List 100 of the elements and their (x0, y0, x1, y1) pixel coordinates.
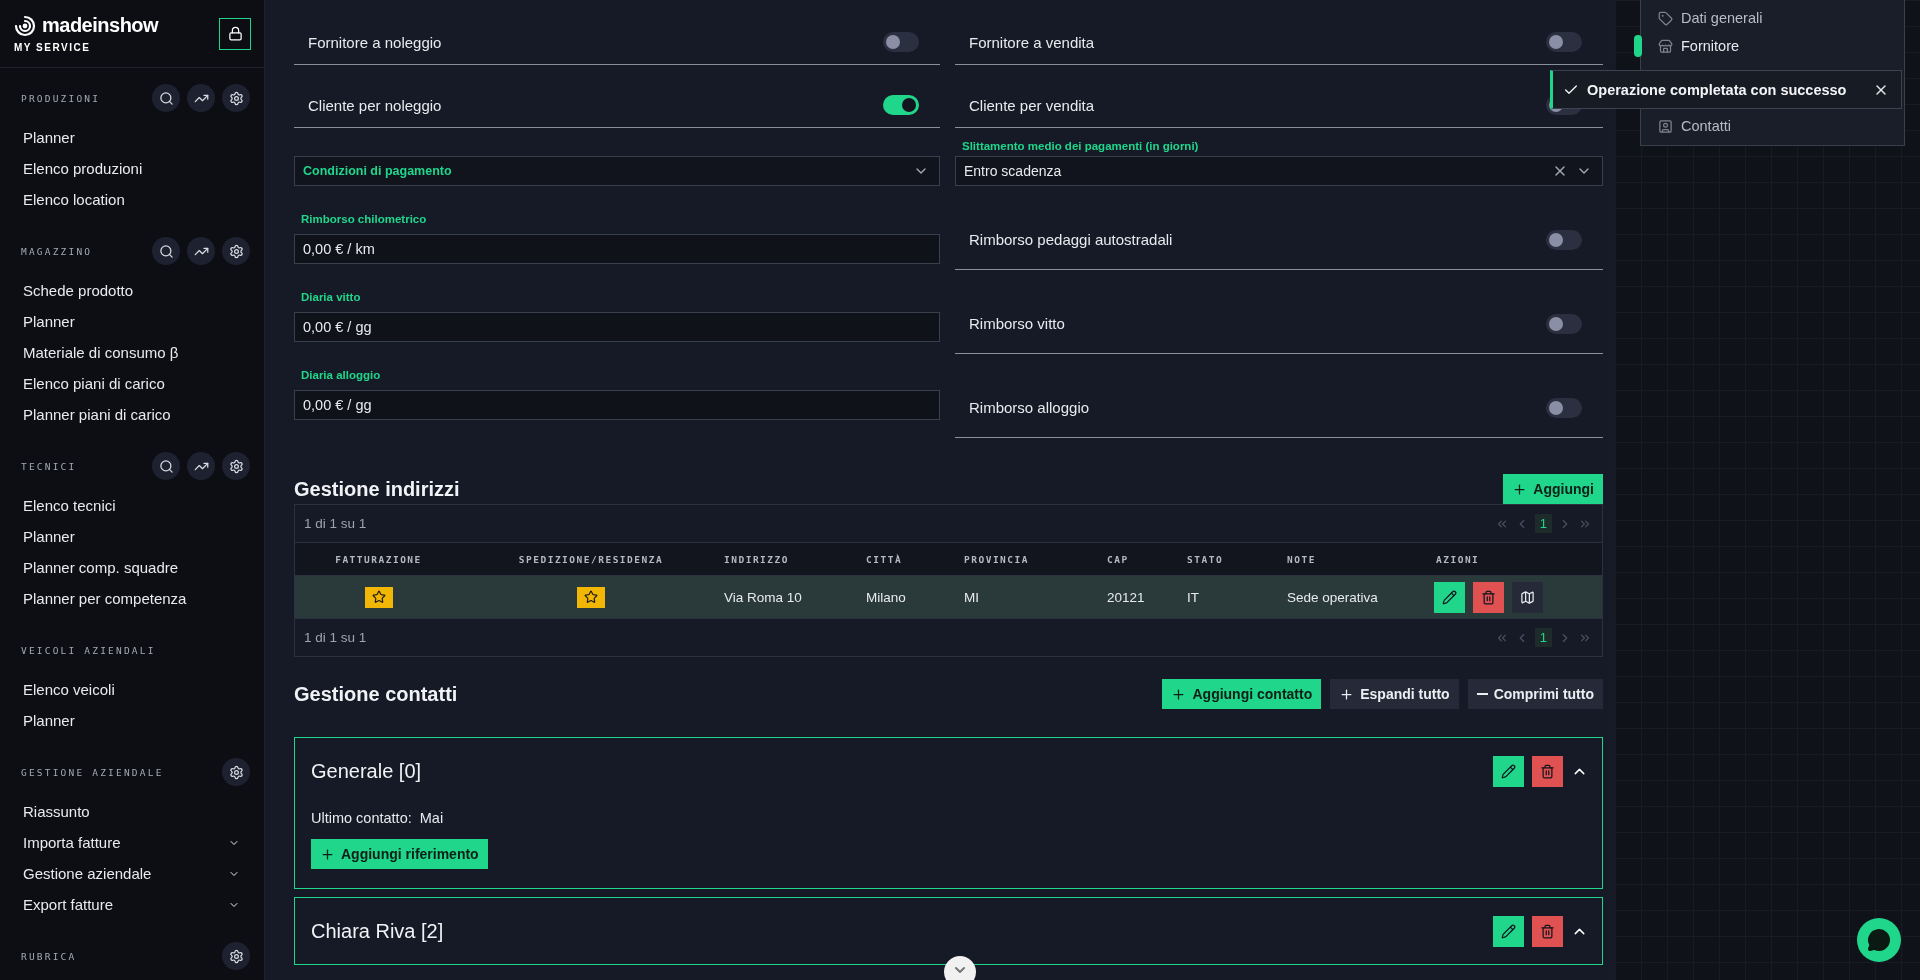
delete-button[interactable] (1532, 755, 1563, 787)
settings-icon (228, 458, 244, 474)
sidebar-item[interactable]: Gestione aziendale (14, 858, 250, 889)
expand-all-button[interactable]: Espandi tutto (1330, 679, 1459, 709)
table-cell-text: Via Roma 10 (723, 589, 803, 605)
plus-icon (320, 846, 335, 862)
map-icon (1520, 589, 1535, 605)
table-cell-text: IT (1186, 589, 1200, 605)
search-icon (158, 90, 174, 106)
field-label: Diaria alloggio (300, 369, 382, 383)
nav-item[interactable]: Contatti (1658, 112, 1731, 140)
tag-icon (1658, 10, 1673, 26)
edit-button[interactable] (1434, 581, 1465, 613)
sidebar-item[interactable]: Planner (14, 122, 250, 153)
sidebar-item[interactable]: Planner piani di carico (14, 399, 250, 430)
delete-button[interactable] (1473, 581, 1504, 613)
sidebar-item[interactable]: Elenco veicoli (14, 674, 250, 705)
pencil-icon (1501, 763, 1516, 779)
pagination-info: 1 di 1 su 1 (304, 630, 367, 645)
settings-icon (228, 243, 244, 259)
add-button[interactable]: Aggiungi (1503, 474, 1603, 504)
sidebar-item[interactable]: Planner (14, 306, 250, 337)
contact-card-icon (1658, 118, 1673, 134)
star-icon (584, 590, 598, 604)
sidebar-item[interactable]: Planner comp. squadre (14, 552, 250, 583)
section-title: RUBRICA (20, 950, 77, 962)
page-number[interactable]: 1 (1534, 514, 1552, 533)
minus-icon (1476, 693, 1488, 695)
trash-icon (1540, 923, 1555, 939)
table-cell-text: MI (963, 589, 980, 605)
column-header: PROVINCIA (963, 553, 1030, 565)
input-field[interactable]: 0,00 € / gg (294, 390, 940, 420)
table-cell-text: Milano (865, 589, 907, 605)
edit-button[interactable] (1493, 915, 1524, 947)
toggle-switch[interactable] (883, 95, 919, 115)
delete-button[interactable] (1532, 915, 1563, 947)
sidebar-item[interactable]: Importa fatture (14, 827, 250, 858)
chart-button[interactable] (187, 237, 215, 265)
nav-item[interactable]: Fornitore (1658, 32, 1740, 60)
settings-button[interactable] (222, 758, 250, 786)
search-button[interactable] (152, 84, 180, 112)
sidebar-item[interactable]: Riassunto (14, 796, 250, 827)
pencil-icon (1501, 923, 1516, 939)
scroll-down-button[interactable] (944, 956, 976, 980)
toggle-switch[interactable] (1546, 229, 1582, 250)
edit-button[interactable] (1493, 755, 1524, 787)
toggle-label: Fornitore a noleggio (308, 33, 442, 51)
section-title: PRODUZIONI (20, 92, 101, 104)
plus-icon (1171, 686, 1187, 702)
table-row[interactable]: Via Roma 10 Milano MI 20121 IT Sede operativa (295, 575, 1602, 619)
sidebar-item[interactable]: Export fatture (14, 889, 250, 920)
settings-button[interactable] (222, 942, 250, 970)
sidebar-item[interactable]: Elenco tecnici (14, 490, 250, 521)
search-button[interactable] (152, 452, 180, 480)
section-heading: Gestione indirizzi (294, 477, 460, 501)
map-button[interactable] (1512, 581, 1543, 613)
toggle-switch[interactable] (1546, 32, 1582, 52)
trash-icon (1481, 589, 1496, 605)
search-button[interactable] (152, 237, 180, 265)
lock-icon (227, 26, 243, 41)
input-field[interactable]: 0,00 € / gg (294, 312, 940, 342)
sidebar-item[interactable]: Elenco location (14, 184, 250, 215)
section-title: GESTIONE AZIENDALE (20, 766, 164, 778)
toggle-label: Rimborso alloggio (969, 399, 1090, 416)
chart-button[interactable] (187, 84, 215, 112)
toggle-switch[interactable] (883, 32, 919, 52)
star-button[interactable] (364, 586, 393, 608)
settings-button[interactable] (222, 237, 250, 265)
table-cell-text: 20121 (1106, 589, 1146, 605)
chart-button[interactable] (187, 452, 215, 480)
select-field[interactable]: Entro scadenza (955, 156, 1603, 186)
star-button[interactable] (577, 586, 605, 608)
logo-icon (14, 14, 36, 37)
contact-title: Generale [0] (311, 759, 422, 783)
sidebar-item[interactable]: Materiale di consumo β (14, 337, 250, 368)
toggle-switch[interactable] (1546, 397, 1582, 418)
sidebar-item[interactable]: Schede prodotto (14, 275, 250, 306)
settings-button[interactable] (222, 452, 250, 480)
field-label: Diaria vitto (300, 291, 362, 305)
toast-message: Operazione completata con successo (1587, 81, 1847, 98)
sidebar-item[interactable]: Planner per competenza (14, 583, 250, 614)
toggle-label: Rimborso vitto (969, 315, 1065, 332)
add-contact-button[interactable]: Aggiungi contatto (1162, 679, 1322, 709)
column-header: NOTE (1286, 553, 1317, 565)
add-reference-button[interactable]: Aggiungi riferimento (311, 839, 488, 869)
lock-button[interactable] (219, 17, 251, 50)
star-icon (371, 590, 386, 604)
sidebar-item[interactable]: Planner (14, 705, 250, 736)
toggle-label: Cliente per vendita (969, 96, 1095, 114)
page-number[interactable]: 1 (1534, 628, 1552, 647)
select-field[interactable]: Condizioni di pagamento (294, 156, 940, 186)
input-field[interactable]: 0,00 € / km (294, 234, 940, 264)
settings-button[interactable] (222, 84, 250, 112)
sidebar-item[interactable]: Elenco produzioni (14, 153, 250, 184)
nav-item[interactable]: Dati generali (1658, 4, 1763, 32)
collapse-all-button[interactable]: Comprimi tutto (1467, 679, 1603, 709)
sidebar-item[interactable]: Planner (14, 521, 250, 552)
chat-icon (1867, 928, 1891, 952)
toggle-switch[interactable] (1546, 313, 1582, 334)
sidebar-item[interactable]: Elenco piani di carico (14, 368, 250, 399)
